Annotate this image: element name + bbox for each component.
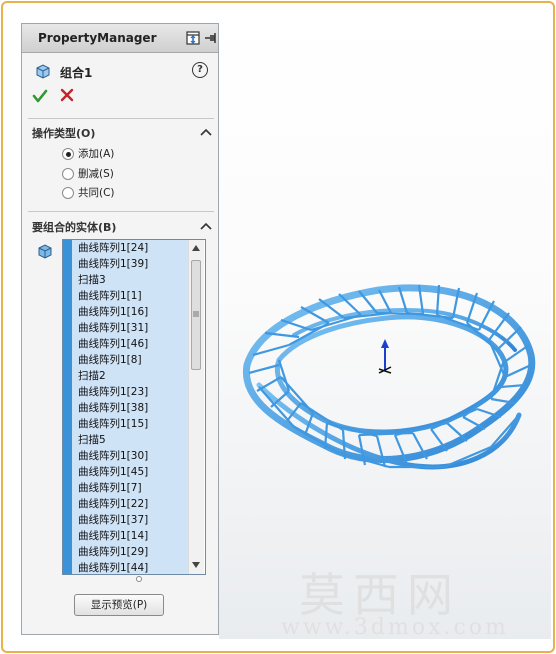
screenshot-frame: PropertyManager 组合1 ? 操作类型(O) 添加(A) 删减(S… (1, 1, 555, 653)
radio-add-indicator[interactable] (62, 148, 74, 160)
list-item[interactable]: 曲线阵列1[22] (72, 496, 188, 512)
feature-name: 组合1 (60, 66, 93, 80)
pin-icon[interactable] (204, 31, 218, 45)
list-item[interactable]: 曲线阵列1[16] (72, 304, 188, 320)
list-item[interactable]: 曲线阵列1[39] (72, 256, 188, 272)
chevron-up-icon[interactable] (200, 221, 212, 231)
list-item[interactable]: 曲线阵列1[29] (72, 544, 188, 560)
ok-check-icon[interactable] (32, 88, 48, 104)
property-manager-header: PropertyManager (22, 24, 218, 53)
dock-panel-icon[interactable] (186, 31, 200, 45)
origin-triad-icon (378, 339, 392, 374)
list-item[interactable]: 曲线阵列1[14] (72, 528, 188, 544)
scroll-up-icon[interactable] (192, 245, 200, 251)
radio-add[interactable]: 添加(A) (62, 146, 182, 162)
divider (28, 211, 214, 212)
list-item[interactable]: 曲线阵列1[7] (72, 480, 188, 496)
list-item[interactable]: 曲线阵列1[31] (72, 320, 188, 336)
feature-header: 组合1 ? (34, 62, 214, 82)
scroll-down-icon[interactable] (192, 562, 200, 568)
list-item[interactable]: 曲线阵列1[8] (72, 352, 188, 368)
bodies-to-combine-title: 要组合的实体(B) (32, 221, 117, 234)
list-item[interactable]: 曲线阵列1[30] (72, 448, 188, 464)
graphics-area[interactable] (219, 15, 551, 639)
radio-common-label: 共同(C) (78, 187, 115, 199)
list-item[interactable]: 曲线阵列1[24] (72, 240, 188, 256)
cancel-x-icon[interactable] (60, 88, 74, 102)
list-item[interactable]: 扫描3 (72, 272, 188, 288)
show-preview-button[interactable]: 显示预览(P) (74, 594, 164, 616)
radio-subtract[interactable]: 删减(S) (62, 166, 182, 182)
resize-handle-icon[interactable] (136, 576, 142, 582)
list-item[interactable]: 扫描5 (72, 432, 188, 448)
scrollbar-thumb[interactable] (191, 260, 201, 370)
list-item[interactable]: 扫描2 (72, 368, 188, 384)
list-item[interactable]: 曲线阵列1[45] (72, 464, 188, 480)
list-item[interactable]: 曲线阵列1[46] (72, 336, 188, 352)
combine-feature-icon (36, 64, 50, 79)
radio-common[interactable]: 共同(C) (62, 185, 182, 201)
solid-body-icon (38, 244, 52, 259)
list-item[interactable]: 曲线阵列1[37] (72, 512, 188, 528)
list-item[interactable]: 曲线阵列1[15] (72, 416, 188, 432)
divider (28, 118, 214, 119)
list-item[interactable]: 曲线阵列1[44] (72, 560, 188, 574)
radio-add-label: 添加(A) (78, 148, 115, 160)
property-manager-panel: PropertyManager 组合1 ? 操作类型(O) 添加(A) 删减(S… (21, 23, 219, 635)
grip-icon (193, 311, 199, 317)
list-item[interactable]: 曲线阵列1[38] (72, 400, 188, 416)
radio-subtract-label: 删减(S) (78, 168, 114, 180)
list-item[interactable]: 曲线阵列1[1] (72, 288, 188, 304)
listbox-focus-bar (63, 240, 72, 574)
watermark-url: www.3dmox.com (281, 615, 509, 640)
list-item[interactable]: 曲线阵列1[23] (72, 384, 188, 400)
chevron-up-icon[interactable] (200, 127, 212, 137)
help-icon[interactable]: ? (192, 62, 208, 78)
bodies-list[interactable]: 曲线阵列1[24] 曲线阵列1[39] 扫描3 曲线阵列1[1] 曲线阵列1[16] 曲线… (72, 240, 188, 574)
radio-common-indicator[interactable] (62, 187, 74, 199)
mobius-lattice-model[interactable] (219, 15, 551, 639)
radio-subtract-indicator[interactable] (62, 168, 74, 180)
bodies-listbox[interactable]: 曲线阵列1[24] 曲线阵列1[39] 扫描3 曲线阵列1[1] 曲线阵列1[16] 曲线… (62, 239, 206, 575)
operation-type-title: 操作类型(O) (32, 127, 96, 140)
listbox-scrollbar[interactable] (188, 240, 204, 574)
property-manager-title: PropertyManager (38, 31, 157, 45)
